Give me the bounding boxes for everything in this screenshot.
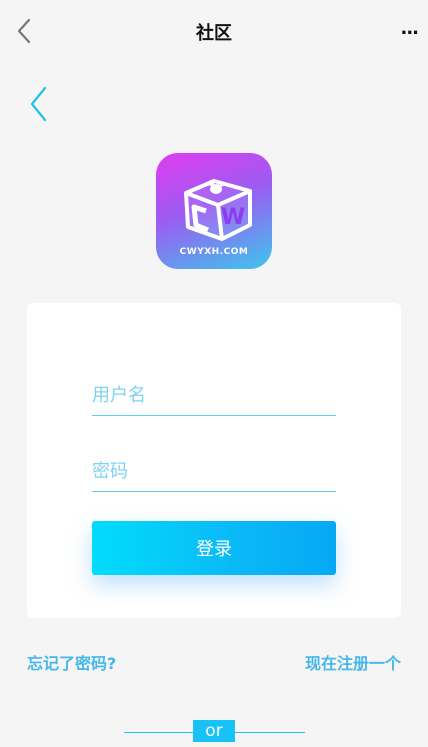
app-logo: W CWYXH.COM [156, 153, 272, 269]
divider-line-right [235, 732, 305, 733]
login-button[interactable]: 登录 [92, 521, 336, 575]
logo-text: CWYXH.COM [179, 247, 249, 257]
username-input[interactable] [92, 382, 336, 416]
divider-line-left [124, 732, 194, 733]
logo-letter: W [220, 205, 246, 230]
register-link[interactable]: 现在注册一个 [305, 650, 401, 674]
more-options-icon[interactable]: ... [400, 18, 418, 39]
top-navigation-bar: 社区 ... [0, 0, 428, 62]
page-back-chevron-icon[interactable] [28, 86, 50, 122]
password-input[interactable] [92, 458, 336, 492]
page-title: 社区 [196, 23, 232, 44]
or-divider-label: or [193, 720, 235, 742]
login-card: 登录 [27, 303, 401, 618]
forgot-password-link[interactable]: 忘记了密码? [27, 650, 116, 674]
